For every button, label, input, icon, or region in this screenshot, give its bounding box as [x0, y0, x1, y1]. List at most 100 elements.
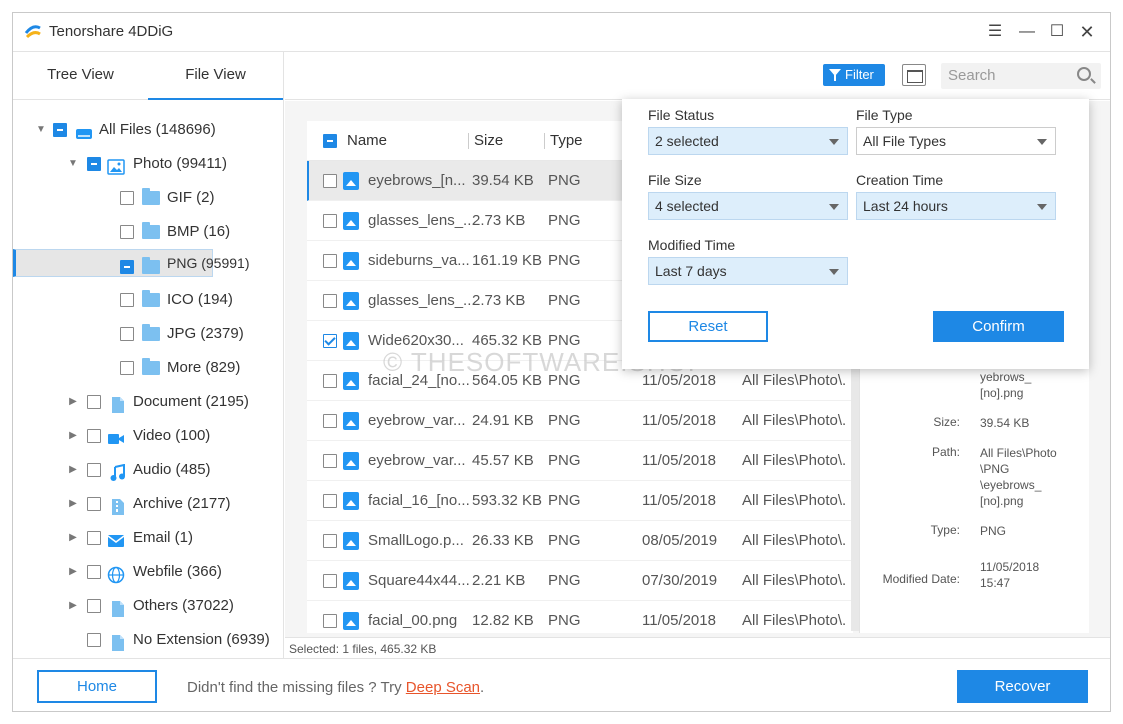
select-all-checkbox[interactable]: [323, 134, 337, 148]
tree-item[interactable]: More (829): [13, 351, 284, 385]
tree-checkbox[interactable]: [87, 599, 101, 613]
tree-item[interactable]: ▶ Email (1): [13, 521, 284, 555]
tree-item[interactable]: No Extension (6939): [13, 623, 284, 657]
view-tabs: Tree View File View: [13, 52, 284, 100]
tree-item[interactable]: GIF (2): [13, 181, 284, 215]
tree-item[interactable]: BMP (16): [13, 215, 284, 249]
table-row[interactable]: eyebrow_var... 45.57 KB PNG 11/05/2018 All F…: [307, 441, 853, 481]
tree-checkbox[interactable]: [120, 361, 134, 375]
row-checkbox[interactable]: [323, 254, 337, 268]
expand-right-icon[interactable]: ▶: [67, 487, 79, 521]
row-checkbox[interactable]: [323, 494, 337, 508]
globe-icon: [107, 563, 125, 584]
tree-checkbox[interactable]: [87, 565, 101, 579]
tree-checkbox[interactable]: [87, 395, 101, 409]
tree-item[interactable]: ICO (194): [13, 283, 284, 317]
tab-tree-view[interactable]: Tree View: [13, 52, 148, 100]
tree-item[interactable]: ▶ Document (2195): [13, 385, 284, 419]
tree-checkbox[interactable]: [120, 225, 134, 239]
file-type-select[interactable]: All File Types: [856, 127, 1056, 155]
row-checkbox[interactable]: [323, 414, 337, 428]
image-file-icon: [343, 492, 359, 510]
table-row[interactable]: eyebrow_var... 24.91 KB PNG 11/05/2018 All F…: [307, 401, 853, 441]
file-status-select[interactable]: 2 selected: [648, 127, 848, 155]
preview-toggle-button[interactable]: [902, 64, 926, 86]
expand-right-icon[interactable]: ▶: [67, 555, 79, 589]
tree-item[interactable]: ▶ Video (100): [13, 419, 284, 453]
tree-checkbox[interactable]: [120, 327, 134, 341]
tree-checkbox[interactable]: [87, 429, 101, 443]
tree-item[interactable]: ▼ Photo (99411): [13, 147, 284, 181]
tree-item[interactable]: ▼ All Files (148696): [13, 113, 284, 147]
tree-checkbox[interactable]: [87, 497, 101, 511]
maximize-icon[interactable]: ☐: [1043, 19, 1071, 45]
app-logo-icon: [24, 25, 41, 39]
hint-end: .: [480, 679, 485, 696]
row-checkbox[interactable]: [323, 334, 337, 348]
tree-checkbox[interactable]: [87, 633, 101, 647]
tree-checkbox[interactable]: [120, 260, 134, 274]
row-checkbox[interactable]: [323, 374, 337, 388]
tree-item[interactable]: JPG (2379): [13, 317, 284, 351]
table-row[interactable]: facial_00.png 12.82 KB PNG 11/05/2018 All Fi…: [307, 601, 853, 633]
row-checkbox[interactable]: [323, 294, 337, 308]
row-checkbox[interactable]: [323, 174, 337, 188]
minimize-icon[interactable]: —: [1013, 19, 1041, 45]
image-file-icon: [343, 452, 359, 470]
recover-button[interactable]: Recover: [957, 670, 1088, 703]
tree-item[interactable]: ▶ Webfile (366): [13, 555, 284, 589]
row-checkbox[interactable]: [323, 214, 337, 228]
search-placeholder: Search: [948, 67, 996, 84]
row-date: 07/30/2019: [642, 572, 718, 589]
expand-right-icon[interactable]: ▶: [67, 521, 79, 555]
row-checkbox[interactable]: [323, 454, 337, 468]
tree-item[interactable]: ▶ Others (37022): [13, 589, 284, 623]
tree-item[interactable]: PNG (95991): [13, 249, 249, 277]
file-status-value: 2 selected: [655, 133, 719, 149]
tree-checkbox[interactable]: [87, 463, 101, 477]
expand-right-icon[interactable]: ▶: [67, 419, 79, 453]
image-file-icon: [343, 172, 359, 190]
modified-time-select[interactable]: Last 7 days: [648, 257, 848, 285]
expand-right-icon[interactable]: ▶: [67, 589, 79, 623]
deep-scan-link[interactable]: Deep Scan: [406, 679, 480, 696]
tab-file-view[interactable]: File View: [148, 52, 283, 100]
home-button[interactable]: Home: [37, 670, 157, 703]
tree-item[interactable]: ▶ Audio (485): [13, 453, 284, 487]
tree-item[interactable]: ▶ Archive (2177): [13, 487, 284, 521]
filter-button[interactable]: Filter: [823, 64, 885, 86]
table-row[interactable]: facial_16_[no... 593.32 KB PNG 11/05/2018 Al…: [307, 481, 853, 521]
expand-down-icon[interactable]: ▼: [35, 113, 47, 147]
table-row[interactable]: Square44x44... 2.21 KB PNG 07/30/2019 All Fi…: [307, 561, 853, 601]
table-row[interactable]: SmallLogo.p... 26.33 KB PNG 08/05/2019 All F…: [307, 521, 853, 561]
row-checkbox[interactable]: [323, 534, 337, 548]
row-checkbox[interactable]: [323, 574, 337, 588]
column-name[interactable]: Name: [347, 132, 387, 149]
tree-checkbox[interactable]: [120, 191, 134, 205]
creation-time-select[interactable]: Last 24 hours: [856, 192, 1056, 220]
row-checkbox[interactable]: [323, 614, 337, 628]
file-size-value: 4 selected: [655, 198, 719, 214]
menu-icon[interactable]: ☰: [981, 19, 1009, 45]
column-size[interactable]: Size: [474, 132, 503, 149]
column-type[interactable]: Type: [550, 132, 583, 149]
row-name: eyebrow_var...: [368, 412, 466, 429]
expand-right-icon[interactable]: ▶: [67, 385, 79, 419]
email-icon: [107, 529, 125, 547]
tree-checkbox[interactable]: [120, 293, 134, 307]
tree-checkbox[interactable]: [87, 157, 101, 171]
search-icon[interactable]: [1077, 67, 1091, 81]
row-name: facial_00.png: [368, 612, 458, 629]
deep-scan-hint: Didn't find the missing files ? Try Deep…: [187, 679, 484, 696]
row-type: PNG: [548, 292, 581, 309]
file-size-select[interactable]: 4 selected: [648, 192, 848, 220]
confirm-button[interactable]: Confirm: [933, 311, 1064, 342]
row-size: 45.57 KB: [472, 452, 534, 469]
expand-right-icon[interactable]: ▶: [67, 453, 79, 487]
close-icon[interactable]: ✕: [1073, 19, 1101, 45]
tree-checkbox[interactable]: [87, 531, 101, 545]
chevron-down-icon: [829, 139, 839, 145]
expand-down-icon[interactable]: ▼: [67, 147, 79, 181]
reset-button[interactable]: Reset: [648, 311, 768, 342]
tree-checkbox[interactable]: [53, 123, 67, 137]
